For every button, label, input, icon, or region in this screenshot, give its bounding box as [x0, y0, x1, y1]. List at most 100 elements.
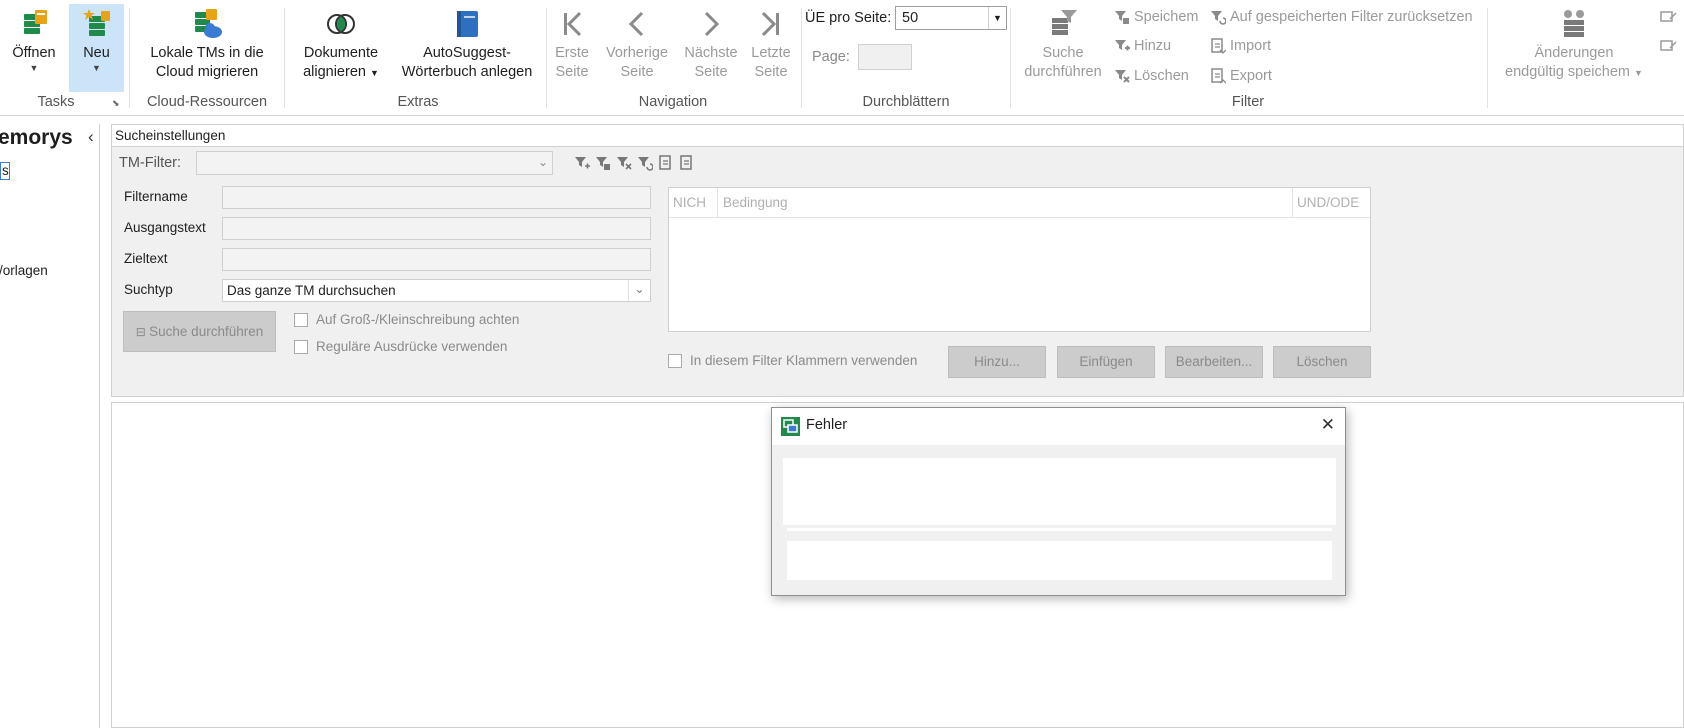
source-text-input[interactable]	[222, 217, 651, 240]
brackets-checkbox[interactable]: In diesem Filter Klammern verwenden	[668, 353, 917, 368]
filter-reset-icon[interactable]	[637, 155, 653, 171]
import-filter-button[interactable]: Import	[1210, 38, 1271, 54]
delete-filter-button[interactable]: Löschen	[1114, 68, 1189, 84]
ribbon: Öffnen ▼ Neu ▼ Tasks ⬊ Lokale TMs in die…	[0, 0, 1684, 116]
close-icon[interactable]: ✕	[1321, 415, 1335, 435]
autosuggest-dictionary-button[interactable]: AutoSuggest- Wörterbuch anlegen	[394, 8, 540, 82]
search-type-select[interactable]: Das ganze TM durchsuchen ⌄	[222, 279, 651, 302]
overflow-edit-icon[interactable]	[1660, 9, 1678, 28]
filter-add-icon	[1115, 40, 1130, 51]
column-header-condition[interactable]: Bedingung	[723, 195, 788, 210]
group-label-cloud: Cloud-Ressourcen	[146, 94, 268, 110]
align-documents-icon	[325, 8, 357, 40]
migrate-to-cloud-button[interactable]: Lokale TMs in die Cloud migrieren	[140, 8, 274, 82]
target-text-label: Zieltext	[124, 251, 168, 266]
cloud-migrate-icon	[191, 8, 223, 40]
delete-condition-button[interactable]: Löschen	[1273, 346, 1371, 378]
conditions-grid[interactable]: NICH Bedingung UND/ODE	[668, 187, 1371, 332]
new-tm-icon	[81, 8, 113, 40]
insert-condition-button[interactable]: Einfügen	[1057, 346, 1155, 378]
align-documents-button[interactable]: Dokumente alignieren ▼	[296, 8, 386, 83]
column-divider	[717, 188, 718, 218]
group-separator	[129, 8, 130, 108]
group-separator	[284, 8, 285, 108]
chevron-down-icon[interactable]: ⌄	[628, 280, 650, 301]
edit-condition-button[interactable]: Bearbeiten...	[1165, 346, 1263, 378]
next-page-icon	[695, 8, 727, 40]
filtername-label: Filtername	[124, 189, 188, 204]
tm-filter-label: TM-Filter:	[119, 155, 182, 171]
source-text-label: Ausgangstext	[124, 220, 206, 235]
filter-add-icon[interactable]	[574, 155, 590, 171]
export-filter-button[interactable]: Export	[1210, 68, 1272, 84]
add-filter-button[interactable]: Hinzu	[1114, 38, 1171, 54]
regex-checkbox[interactable]: Reguläre Ausdrücke verwenden	[294, 339, 507, 354]
open-dropdown-caret[interactable]: ▼	[6, 63, 62, 73]
filter-delete-icon[interactable]	[616, 155, 632, 171]
filter-reset-icon	[1211, 11, 1226, 25]
error-details-area	[787, 541, 1332, 580]
error-message-area	[783, 458, 1336, 525]
export-icon[interactable]	[679, 155, 695, 171]
reset-filter-button[interactable]: Auf gespeicherten Filter zurücksetzen	[1210, 9, 1473, 25]
open-button[interactable]: Öffnen ▼	[6, 8, 62, 73]
dialog-title: Fehler	[806, 417, 848, 433]
align-dropdown-caret[interactable]: ▼	[370, 68, 379, 78]
export-icon	[1211, 68, 1226, 84]
run-search-button-panel[interactable]: ⊟ Suche durchführen	[123, 311, 276, 352]
import-icon[interactable]	[658, 155, 674, 171]
column-divider	[1292, 188, 1293, 218]
first-page-icon	[556, 8, 588, 40]
panel-title: emorys	[0, 126, 73, 149]
filter-save-icon[interactable]	[595, 155, 611, 171]
per-page-value: 50	[902, 10, 919, 26]
tm-filter-select[interactable]: ⌄	[196, 151, 553, 175]
save-filter-button[interactable]: Speichem	[1114, 9, 1198, 25]
open-tm-icon	[18, 8, 50, 40]
search-filter-icon	[1047, 8, 1079, 40]
filter-delete-icon	[1115, 70, 1130, 83]
next-page-button[interactable]: Nächste Seite	[680, 8, 742, 82]
last-page-button[interactable]: Letzte Seite	[747, 8, 795, 82]
commit-changes-button[interactable]: Änderungen endgültig speichem ▼	[1494, 8, 1654, 83]
checkbox-box[interactable]	[294, 312, 308, 327]
previous-page-button[interactable]: Vorherige Seite	[600, 8, 674, 82]
previous-page-icon	[621, 8, 653, 40]
last-page-icon	[755, 8, 787, 40]
tasks-dialog-launcher-icon[interactable]: ⬊	[112, 98, 120, 109]
new-button[interactable]: Neu ▼	[69, 4, 124, 92]
translation-memories-panel: emorys ‹ s /orlagen	[0, 124, 100, 728]
filtername-input[interactable]	[222, 186, 651, 209]
dictionary-book-icon	[451, 8, 483, 40]
column-header-not[interactable]: NICH	[673, 195, 706, 210]
chevron-down-icon[interactable]: ⌄	[538, 155, 548, 169]
overflow-edit-icon[interactable]	[1660, 38, 1678, 57]
per-page-select[interactable]: 50 ▼	[895, 6, 1007, 30]
checkbox-box[interactable]	[294, 339, 308, 354]
target-text-input[interactable]	[222, 248, 651, 271]
app-logo-icon	[781, 417, 800, 436]
error-dialog: Fehler ✕	[771, 407, 1346, 596]
case-sensitive-checkbox[interactable]: Auf Groß-/Kleinschreibung achten	[294, 312, 519, 327]
column-header-and-or[interactable]: UND/ODE	[1297, 195, 1359, 210]
tree-item-templates[interactable]: /orlagen	[0, 263, 48, 278]
collapse-panel-icon[interactable]: ‹	[88, 127, 94, 147]
add-condition-button[interactable]: Hinzu...	[948, 346, 1046, 378]
dialog-divider	[787, 528, 1332, 531]
checkbox-box[interactable]	[668, 353, 682, 368]
group-label-browse: Durchblättern	[862, 94, 950, 110]
group-separator	[1010, 8, 1011, 108]
run-search-button[interactable]: Suche durchführen	[1018, 8, 1108, 82]
group-separator	[546, 8, 547, 108]
page-number-input[interactable]	[858, 44, 912, 70]
tree-item-selected[interactable]: s	[0, 162, 10, 180]
chevron-down-icon[interactable]: ▼	[988, 7, 1006, 29]
tm-filter-toolbar	[574, 155, 695, 171]
new-dropdown-caret[interactable]: ▼	[69, 63, 124, 73]
group-label-navigation: Navigation	[638, 94, 708, 110]
conditions-grid-header: NICH Bedingung UND/ODE	[669, 188, 1370, 218]
dialog-titlebar[interactable]: Fehler ✕	[772, 408, 1345, 445]
commit-dropdown-caret[interactable]: ▼	[1634, 68, 1643, 78]
first-page-button[interactable]: Erste Seite	[551, 8, 593, 82]
group-label-tasks: Tasks	[37, 94, 75, 110]
